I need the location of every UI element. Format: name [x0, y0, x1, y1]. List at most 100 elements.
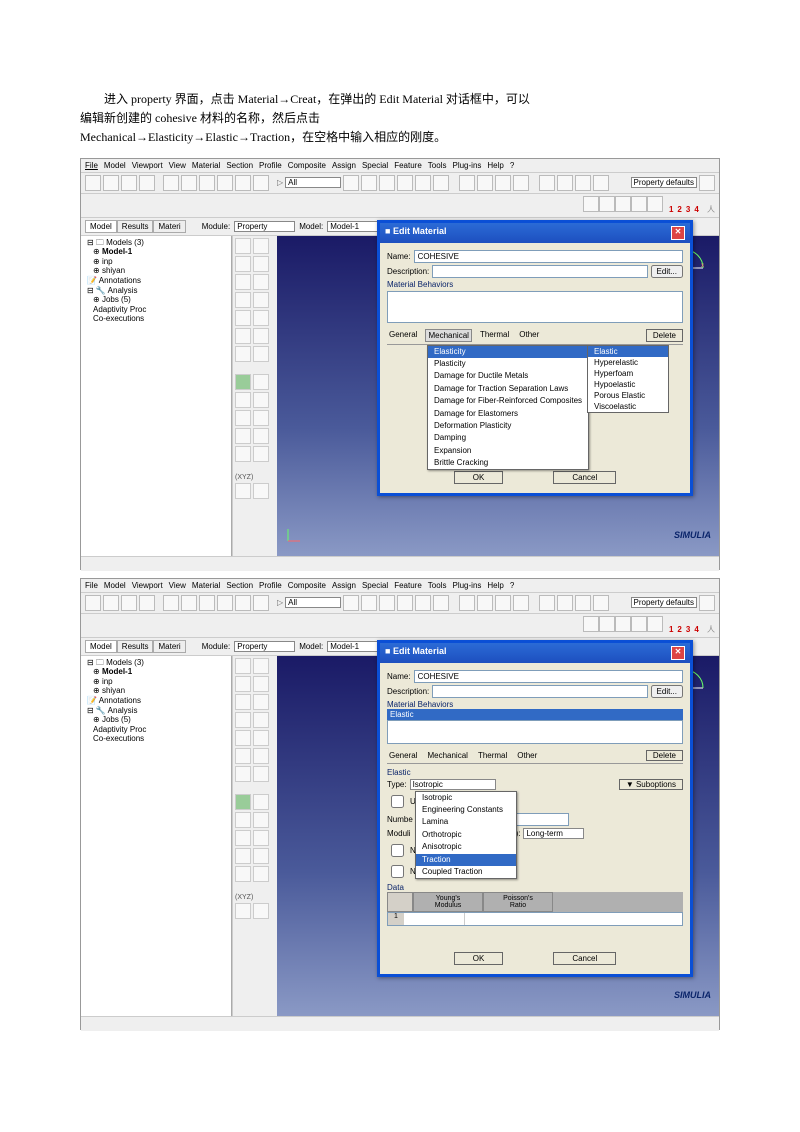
close-icon[interactable]: ✕ — [671, 226, 685, 240]
menu-composite[interactable]: Composite — [288, 161, 326, 170]
p-icon[interactable] — [235, 410, 251, 426]
p-icon[interactable] — [253, 328, 269, 344]
f-icon[interactable] — [631, 196, 647, 212]
cancel-button[interactable]: Cancel — [553, 471, 616, 484]
data-cell[interactable] — [404, 913, 465, 925]
menu-profile[interactable]: Profile — [259, 161, 282, 170]
tab-results[interactable]: Results — [117, 220, 154, 233]
ck-use[interactable] — [391, 795, 404, 808]
data-cell[interactable] — [465, 913, 525, 925]
mechanical-menu[interactable]: Elasticity Plasticity Damage for Ductile… — [427, 345, 589, 471]
p-icon[interactable] — [253, 292, 269, 308]
p-icon[interactable] — [235, 392, 251, 408]
type-combo[interactable]: Isotropic — [410, 779, 496, 790]
tb-icon[interactable] — [181, 175, 197, 191]
p-icon[interactable] — [253, 446, 269, 462]
tb-icon[interactable] — [139, 175, 155, 191]
p-icon[interactable] — [235, 346, 251, 362]
p-icon[interactable] — [253, 238, 269, 254]
p-icon[interactable] — [253, 428, 269, 444]
p-icon[interactable] — [235, 428, 251, 444]
menu-help[interactable]: Help — [487, 161, 503, 170]
tb-icon[interactable] — [433, 175, 449, 191]
ctx-module[interactable]: Property — [234, 221, 295, 232]
menu-tools[interactable]: Tools — [428, 161, 447, 170]
menu-plugins[interactable]: Plug-ins — [452, 161, 481, 170]
behaviors-list[interactable] — [387, 291, 683, 323]
tb-icon[interactable] — [415, 175, 431, 191]
tb-icon[interactable] — [121, 175, 137, 191]
tb-icon[interactable] — [217, 175, 233, 191]
viewport[interactable]: yx ■ Edit Material✕ Name: Description: E… — [277, 236, 719, 556]
menu-model[interactable]: Model — [104, 161, 126, 170]
moduli-combo[interactable]: Long-term — [523, 828, 584, 839]
tb-icon[interactable] — [253, 175, 269, 191]
tb-icon[interactable] — [163, 175, 179, 191]
beh-item-elastic[interactable]: Elastic — [387, 709, 683, 720]
tb-icon[interactable] — [557, 175, 573, 191]
p-icon[interactable] — [235, 256, 251, 272]
ck-no2[interactable] — [391, 865, 404, 878]
ck-no1[interactable] — [391, 844, 404, 857]
p-icon[interactable] — [235, 310, 251, 326]
menu-special[interactable]: Special — [362, 161, 388, 170]
tb-all[interactable]: All — [285, 177, 341, 188]
p-icon[interactable] — [235, 238, 251, 254]
tb-icon[interactable] — [575, 175, 591, 191]
f-icon[interactable] — [615, 196, 631, 212]
p-icon[interactable] — [235, 328, 251, 344]
ok-button[interactable]: OK — [454, 952, 504, 965]
p-icon[interactable] — [253, 483, 269, 499]
cancel-button[interactable]: Cancel — [553, 952, 616, 965]
p-icon[interactable] — [235, 274, 251, 290]
p-icon[interactable] — [253, 374, 269, 390]
tb-icon[interactable] — [539, 175, 555, 191]
menu-material[interactable]: Material — [192, 161, 220, 170]
tab-thermal[interactable]: Thermal — [478, 329, 511, 342]
elasticity-submenu[interactable]: Elastic Hyperelastic Hyperfoam Hypoelast… — [587, 345, 669, 413]
edit-button[interactable]: Edit... — [651, 265, 683, 278]
menu-section[interactable]: Section — [226, 161, 253, 170]
tab-materi[interactable]: Materi — [153, 220, 185, 233]
p-icon[interactable] — [253, 392, 269, 408]
p-icon[interactable] — [235, 292, 251, 308]
desc-input[interactable] — [432, 685, 647, 698]
p-icon[interactable] — [253, 256, 269, 272]
tb-icon[interactable] — [477, 175, 493, 191]
menu-file[interactable]: File — [85, 161, 98, 170]
tb-icon[interactable] — [199, 175, 215, 191]
p-icon[interactable] — [235, 374, 251, 390]
close-icon[interactable]: ✕ — [671, 646, 685, 660]
p-icon[interactable] — [253, 346, 269, 362]
p-icon[interactable] — [235, 446, 251, 462]
desc-input[interactable] — [432, 265, 647, 278]
tb-icon[interactable] — [235, 175, 251, 191]
tb-icon[interactable] — [85, 175, 101, 191]
f-icon[interactable] — [583, 196, 599, 212]
tab-other[interactable]: Other — [517, 329, 541, 342]
p-icon[interactable] — [253, 410, 269, 426]
tb-icon[interactable] — [593, 175, 609, 191]
f-icon[interactable] — [599, 196, 615, 212]
tb-icon[interactable] — [459, 175, 475, 191]
tb-propdef[interactable]: Property defaults — [631, 177, 697, 188]
tb-icon[interactable] — [699, 175, 715, 191]
p-icon[interactable] — [253, 274, 269, 290]
f-icon[interactable] — [647, 196, 663, 212]
tb-icon[interactable] — [397, 175, 413, 191]
tb-icon[interactable] — [361, 175, 377, 191]
model-tree[interactable]: ⊟ 🗀 Models (3) ⊕ Model-1 ⊕ inp ⊕ shiyan … — [81, 236, 231, 556]
name-input[interactable] — [414, 670, 683, 683]
name-input[interactable] — [414, 250, 683, 263]
suboptions-button[interactable]: ▼ Suboptions — [619, 779, 683, 790]
tab-model[interactable]: Model — [85, 220, 117, 233]
menu-view[interactable]: View — [169, 161, 186, 170]
tb-icon[interactable] — [513, 175, 529, 191]
tb-icon[interactable] — [343, 175, 359, 191]
ok-button[interactable]: OK — [454, 471, 504, 484]
menu-assign[interactable]: Assign — [332, 161, 356, 170]
tb-icon[interactable] — [379, 175, 395, 191]
menu-feature[interactable]: Feature — [394, 161, 422, 170]
tab-general[interactable]: General — [387, 329, 419, 342]
p-icon[interactable] — [253, 310, 269, 326]
